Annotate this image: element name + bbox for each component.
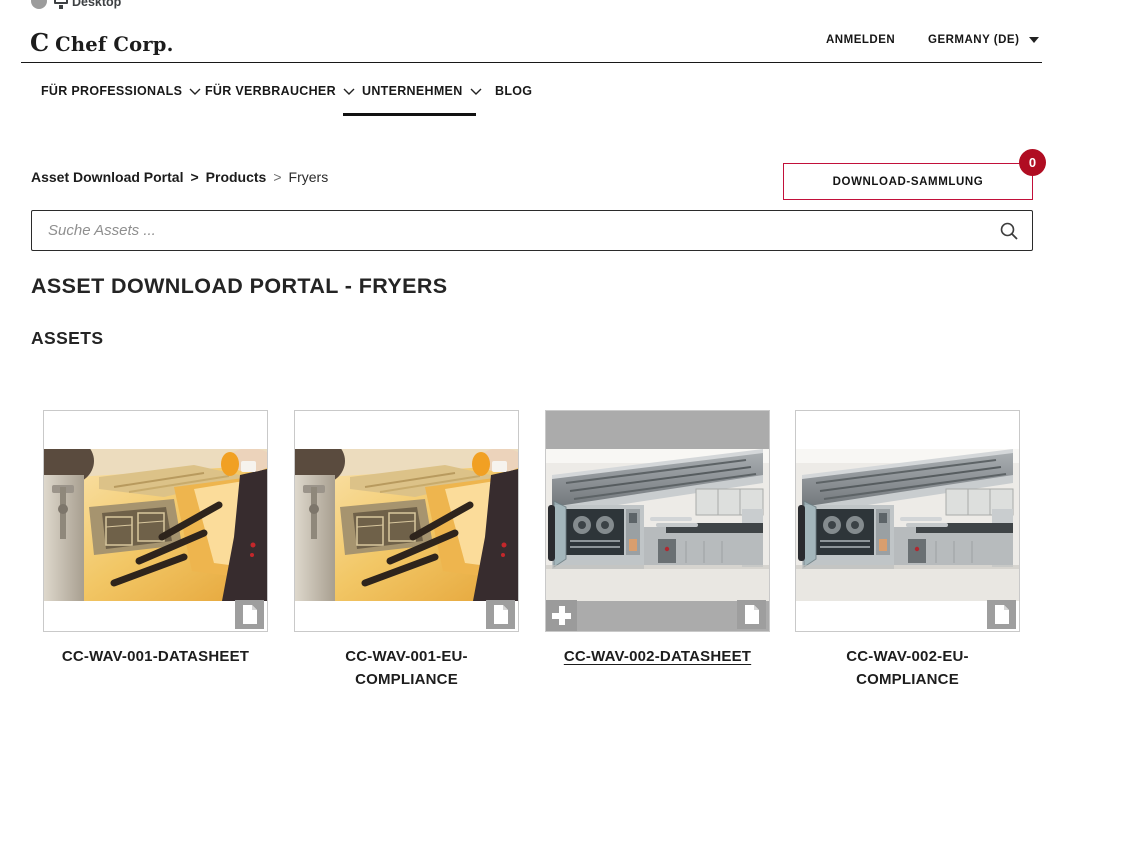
nav-label: UNTERNEHMEN [362,84,463,98]
breadcrumb-link-products[interactable]: Products [206,169,267,185]
nav-label: FÜR VERBRAUCHER [205,84,336,98]
header-divider [21,62,1042,63]
document-file-icon [486,600,515,629]
asset-thumbnail-fryer [44,449,267,601]
document-file-icon [737,600,766,629]
breadcrumb-link-asset-download-portal[interactable]: Asset Download Portal [31,169,183,185]
asset-title[interactable]: CC-WAV-002-DATASHEET [560,645,756,668]
add-to-collection-icon[interactable] [546,600,577,631]
asset-card-cc-wav-001-datasheet[interactable] [43,410,268,632]
search-input[interactable] [32,211,999,250]
logo-text: Chef Corp. [55,33,174,56]
asset-thumbnail-fryer [295,449,518,601]
asset-column: CC-WAV-001-EU-COMPLIANCE [294,410,519,691]
chevron-down-icon [343,88,355,95]
desktop-taskbar: Desktop [0,0,1122,11]
asset-thumbnail-kitchen [546,449,769,601]
section-title-assets: ASSETS [31,328,103,349]
nav-item-fuer-verbraucher[interactable]: FÜR VERBRAUCHER [205,84,355,98]
nav-label: BLOG [495,84,532,98]
active-nav-underline [343,113,476,116]
search-box [31,210,1033,251]
search-icon[interactable] [999,221,1019,241]
logo[interactable]: C Chef Corp. [30,28,174,57]
login-link[interactable]: ANMELDEN [826,34,895,46]
document-file-icon [235,600,264,629]
breadcrumb: Asset Download Portal > Products > Fryer… [31,169,328,185]
logo-mark: C [30,28,48,57]
status-dot [31,0,47,9]
asset-column: CC-WAV-002-DATASHEET [545,410,770,668]
page-title: ASSET DOWNLOAD PORTAL - FRYERS [31,274,448,299]
asset-title[interactable]: CC-WAV-002-EU-COMPLIANCE [810,645,1006,691]
chevron-down-icon [189,88,201,95]
asset-thumbnail-kitchen [796,449,1019,601]
download-collection-button[interactable]: DOWNLOAD-SAMMLUNG [783,163,1033,200]
asset-card-cc-wav-002-datasheet[interactable] [545,410,770,632]
nav-item-blog[interactable]: BLOG [495,84,532,98]
asset-card-cc-wav-002-eu-compliance[interactable] [795,410,1020,632]
collection-count-badge: 0 [1019,149,1046,176]
region-selector[interactable]: GERMANY (DE) [928,34,1039,46]
nav-item-unternehmen[interactable]: UNTERNEHMEN [362,84,482,98]
chevron-down-icon [470,88,482,95]
breadcrumb-current-fryers: Fryers [289,169,329,185]
asset-column: CC-WAV-001-DATASHEET [43,410,268,668]
asset-title[interactable]: CC-WAV-001-EU-COMPLIANCE [309,645,505,691]
breadcrumb-separator: > [190,169,198,185]
monitor-icon [54,0,68,4]
region-label: GERMANY (DE) [928,34,1019,46]
desktop-label: Desktop [72,0,121,9]
asset-column: CC-WAV-002-EU-COMPLIANCE [795,410,1020,691]
caret-down-icon [1029,37,1039,43]
asset-title[interactable]: CC-WAV-001-DATASHEET [58,645,254,668]
breadcrumb-separator: > [273,169,281,185]
asset-card-cc-wav-001-eu-compliance[interactable] [294,410,519,632]
nav-label: FÜR PROFESSIONALS [41,84,182,98]
document-file-icon [987,600,1016,629]
nav-item-fuer-professionals[interactable]: FÜR PROFESSIONALS [41,84,201,98]
